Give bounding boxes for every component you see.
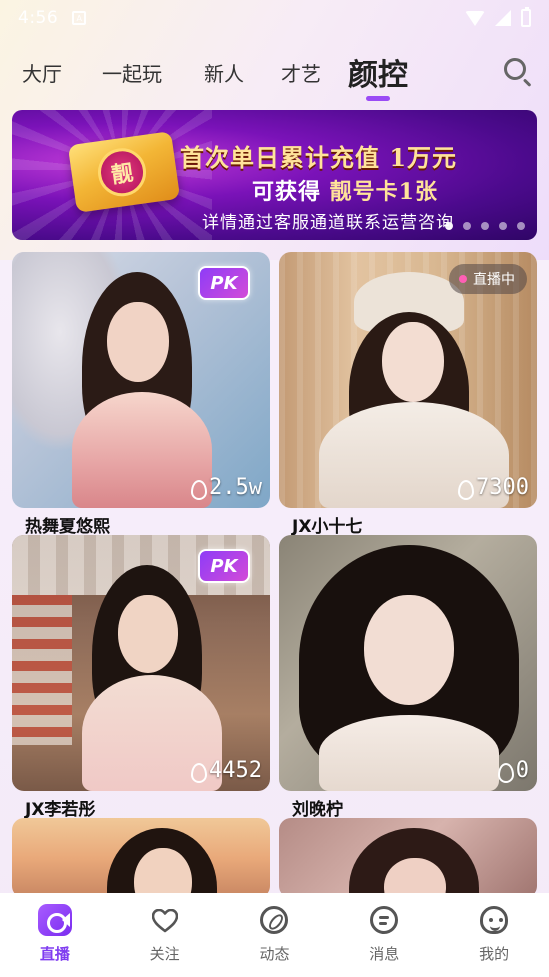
status-icons xyxy=(465,7,531,27)
category-tabs: 大厅 一起玩 新人 才艺 颜控 xyxy=(0,50,549,106)
profile-face-icon xyxy=(480,906,509,934)
nav-label: 消息 xyxy=(369,945,400,963)
heart-icon xyxy=(151,909,178,933)
bottom-navigation: 直播 关注 动态 消息 我的 xyxy=(0,893,549,977)
search-button[interactable] xyxy=(502,56,532,87)
stream-card[interactable] xyxy=(279,818,537,898)
stream-card[interactable]: 0 xyxy=(279,535,537,791)
streamer-name[interactable]: JX李若彤 xyxy=(25,795,95,820)
pagination-dot[interactable] xyxy=(481,222,489,230)
live-video-icon xyxy=(37,904,72,936)
status-bar: 4:56 A xyxy=(0,0,549,36)
live-badge: 直播中 xyxy=(449,264,527,294)
tab-hall[interactable]: 大厅 xyxy=(22,58,62,87)
status-time: 4:56 xyxy=(18,8,59,28)
flame-icon xyxy=(189,478,208,500)
nav-follow[interactable]: 关注 xyxy=(120,903,210,964)
stream-thumbnail xyxy=(279,818,537,898)
tab-talent[interactable]: 才艺 xyxy=(281,58,321,87)
tab-looks[interactable]: 颜控 xyxy=(348,50,408,94)
pk-badge: PK xyxy=(198,549,250,583)
stream-card[interactable]: PK 4452 xyxy=(12,535,270,791)
banner-reward: 可获得 靓号卡1张 xyxy=(252,179,438,205)
vip-seal-icon: 靓 xyxy=(94,145,150,200)
stream-card[interactable]: 直播中 7300 xyxy=(279,252,537,508)
nav-live[interactable]: 直播 xyxy=(10,903,100,964)
viewer-count: 2.5w xyxy=(189,475,262,500)
pk-badge: PK xyxy=(198,266,250,300)
vip-number-card-graphic: 靓 xyxy=(67,131,181,213)
live-indicator-dot xyxy=(459,275,467,283)
viewer-count: 7300 xyxy=(456,475,529,500)
active-tab-indicator xyxy=(366,96,390,101)
promo-banner[interactable]: 靓 首次单日累计充值 1万元 可获得 靓号卡1张 详情通过客服通道联系运营咨询 xyxy=(12,110,537,240)
pagination-dot[interactable] xyxy=(445,222,453,230)
banner-headline: 首次单日累计充值 1万元 xyxy=(180,143,458,172)
streamer-name[interactable]: 刘晚柠 xyxy=(292,795,343,820)
pagination-dot[interactable] xyxy=(463,222,471,230)
pagination-dot[interactable] xyxy=(517,222,525,230)
stream-card[interactable] xyxy=(12,818,270,898)
nav-label: 关注 xyxy=(149,945,180,963)
tab-newcomers[interactable]: 新人 xyxy=(204,58,244,87)
viewer-count: 0 xyxy=(496,758,529,783)
compass-icon xyxy=(260,906,289,934)
flame-icon xyxy=(456,478,475,500)
search-icon xyxy=(504,58,526,80)
signal-icon xyxy=(495,10,511,26)
pagination-dot[interactable] xyxy=(499,222,507,230)
banner-pagination xyxy=(445,222,525,230)
stream-card[interactable]: PK 2.5w xyxy=(12,252,270,508)
viewer-count: 4452 xyxy=(189,758,262,783)
streamer-name[interactable]: 热舞夏悠熙 xyxy=(25,512,110,537)
nav-feed[interactable]: 动态 xyxy=(229,903,319,964)
stream-thumbnail xyxy=(12,818,270,898)
tab-play-together[interactable]: 一起玩 xyxy=(102,58,162,87)
streamer-name[interactable]: JX小十七 xyxy=(292,512,362,537)
stream-thumbnail xyxy=(279,535,537,791)
nav-label: 我的 xyxy=(479,945,510,963)
nav-label: 直播 xyxy=(39,945,70,963)
banner-subtext: 详情通过客服通道联系运营咨询 xyxy=(202,213,454,233)
flame-icon xyxy=(189,761,208,783)
flame-icon xyxy=(496,761,514,783)
nav-messages[interactable]: 消息 xyxy=(339,903,429,964)
wifi-icon xyxy=(465,10,485,26)
nav-profile[interactable]: 我的 xyxy=(449,903,539,964)
battery-icon xyxy=(521,7,531,27)
nav-label: 动态 xyxy=(259,945,290,963)
notification-icon: A xyxy=(72,11,87,25)
message-icon xyxy=(370,906,399,934)
